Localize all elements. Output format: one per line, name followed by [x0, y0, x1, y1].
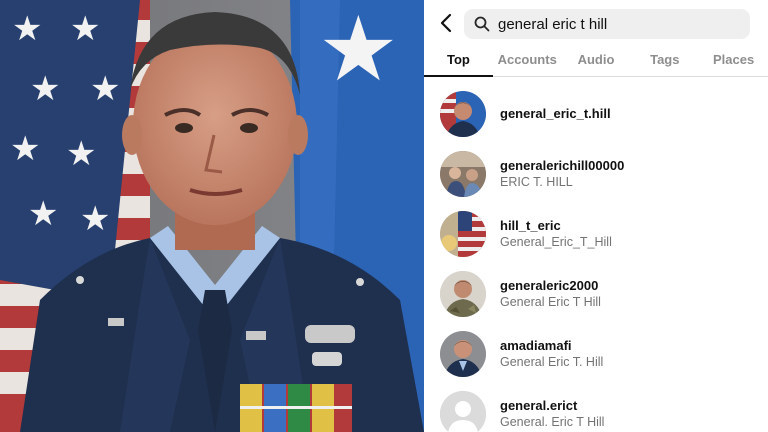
- username: amadiamafi: [500, 338, 572, 353]
- ribbon-rack: [240, 384, 352, 432]
- svg-text:★: ★: [28, 194, 58, 234]
- search-results-screen: Top Accounts Audio Tags Places general_e…: [424, 0, 768, 432]
- svg-text:★: ★: [90, 69, 120, 109]
- svg-text:★: ★: [70, 9, 100, 49]
- full-name: General Eric T Hill: [500, 295, 601, 309]
- chevron-left-icon: [440, 13, 452, 33]
- full-name: General Eric T. Hill: [500, 355, 604, 369]
- svg-text:★: ★: [30, 69, 60, 109]
- username: general.erict: [500, 398, 578, 413]
- account-result[interactable]: generalerichill00000 ERIC T. HILL: [424, 144, 768, 204]
- tab-audio[interactable]: Audio: [562, 46, 631, 76]
- account-result[interactable]: general_eric_t.hill: [424, 84, 768, 144]
- results-list: general_eric_t.hill generalerichill00000…: [424, 84, 768, 432]
- portrait-illustration: ★ ★ ★ ★ ★ ★ ★ ★ ★: [0, 0, 424, 432]
- search-header: [424, 0, 768, 46]
- svg-text:★: ★: [66, 134, 96, 174]
- avatar: [440, 391, 486, 432]
- full-name: General_Eric_T_Hill: [500, 235, 612, 249]
- account-result[interactable]: hill_t_eric General_Eric_T_Hill: [424, 204, 768, 264]
- avatar: [440, 151, 486, 197]
- svg-text:★: ★: [12, 9, 42, 49]
- svg-text:★: ★: [318, 0, 399, 102]
- tab-top[interactable]: Top: [424, 46, 493, 77]
- portrait-photo: ★ ★ ★ ★ ★ ★ ★ ★ ★: [0, 0, 424, 432]
- svg-text:★: ★: [10, 129, 40, 169]
- avatar: [440, 91, 486, 137]
- account-result[interactable]: general.erict General. Eric T Hill: [424, 384, 768, 432]
- username: generalerichill00000: [500, 158, 625, 173]
- result-tabs: Top Accounts Audio Tags Places: [424, 46, 768, 77]
- default-profile-icon: [440, 391, 486, 432]
- back-button[interactable]: [436, 12, 456, 34]
- svg-text:★: ★: [80, 199, 110, 239]
- tab-places[interactable]: Places: [699, 46, 768, 76]
- search-bar[interactable]: [464, 9, 750, 39]
- full-name: ERIC T. HILL: [500, 175, 573, 189]
- account-result[interactable]: amadiamafi General Eric T. Hill: [424, 324, 768, 384]
- username: hill_t_eric: [500, 218, 561, 233]
- avatar: [440, 271, 486, 317]
- search-input[interactable]: [496, 14, 750, 34]
- avatar: [440, 211, 486, 257]
- avatar: [440, 331, 486, 377]
- full-name: General. Eric T Hill: [500, 415, 605, 429]
- tab-accounts[interactable]: Accounts: [493, 46, 562, 76]
- username: generaleric2000: [500, 278, 599, 293]
- magnifier-icon: [474, 16, 490, 32]
- account-result[interactable]: generaleric2000 General Eric T Hill: [424, 264, 768, 324]
- tab-tags[interactable]: Tags: [630, 46, 699, 76]
- username: general_eric_t.hill: [500, 106, 611, 121]
